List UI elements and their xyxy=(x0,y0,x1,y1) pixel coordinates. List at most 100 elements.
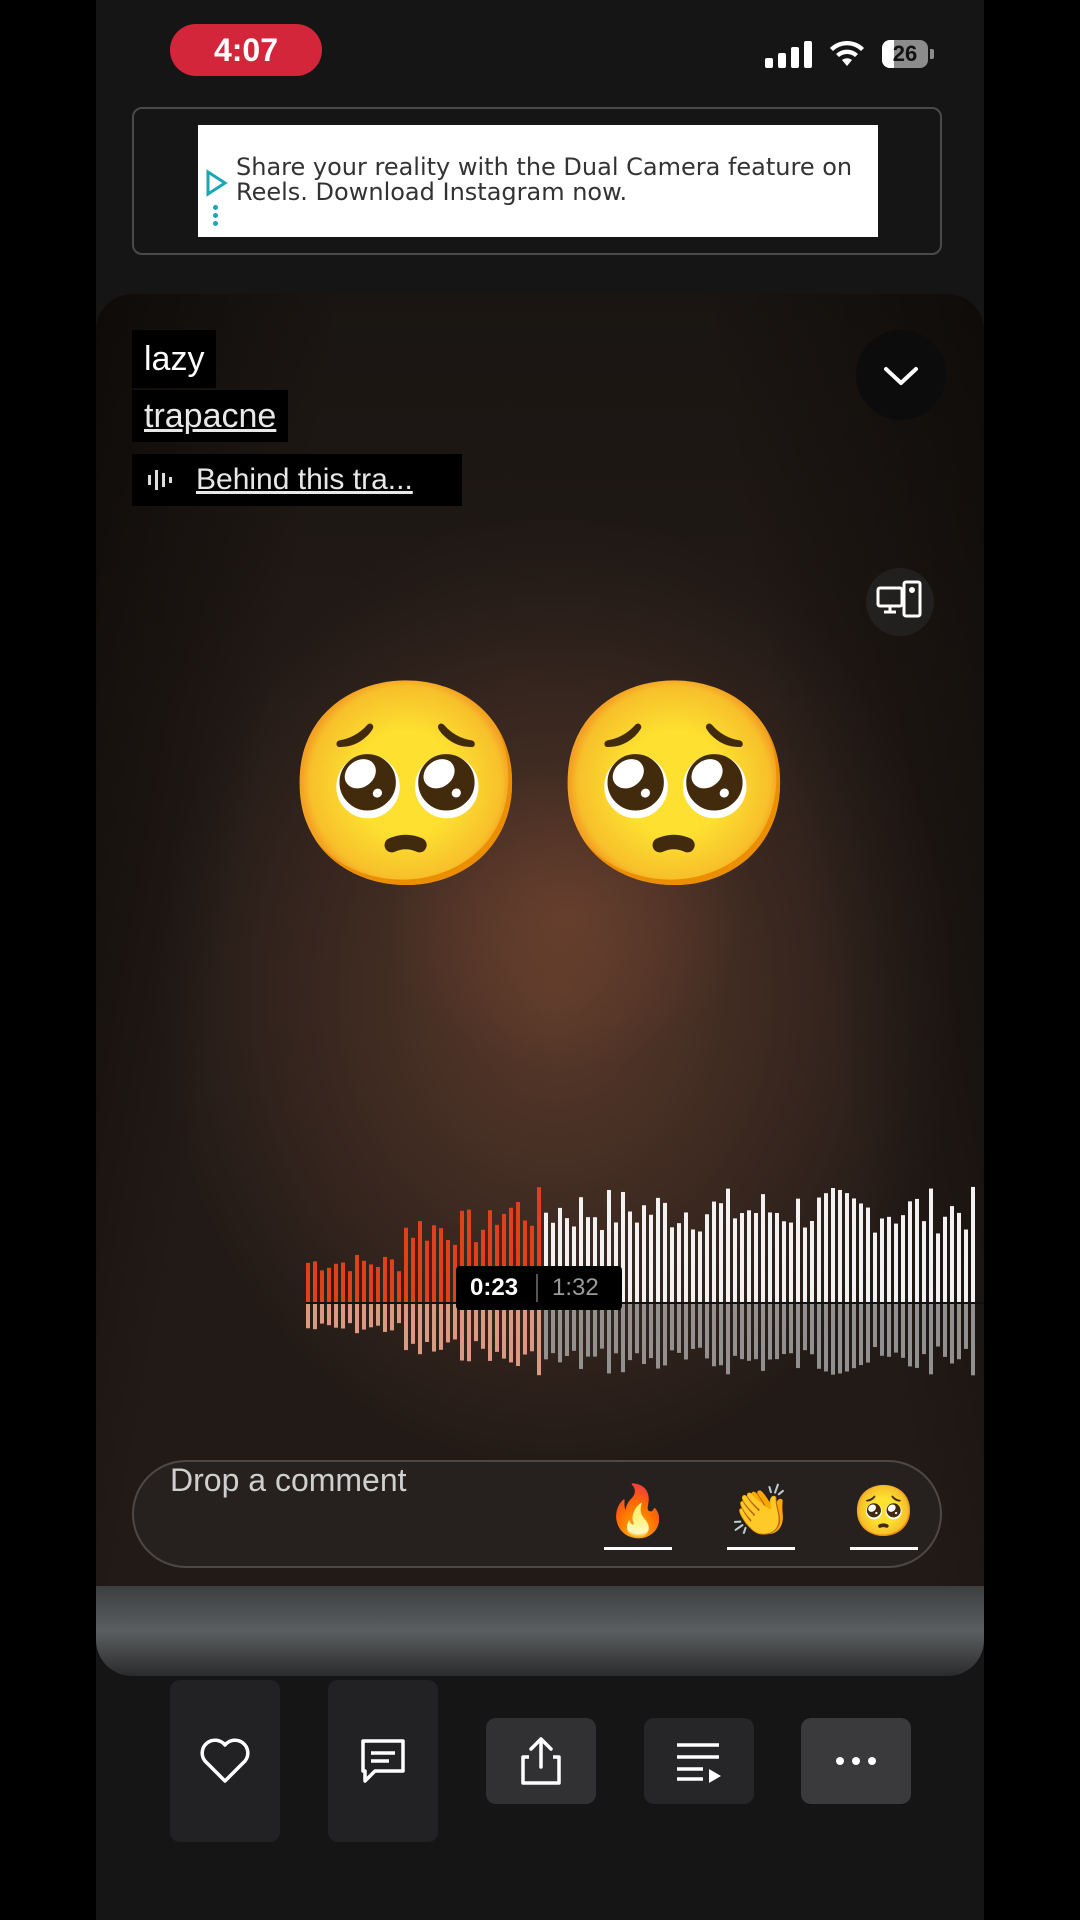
waveform-reflection-bar xyxy=(831,1304,835,1375)
waveform-bar xyxy=(971,1186,975,1302)
waveform-bar xyxy=(383,1256,387,1302)
waveform-bar xyxy=(803,1227,807,1302)
waveform-reflection-bar xyxy=(320,1304,324,1324)
ad-banner[interactable]: Share your reality with the Dual Camera … xyxy=(132,107,942,255)
waveform-reflection-bar xyxy=(544,1304,548,1360)
waveform-reflection-bar xyxy=(495,1304,499,1352)
waveform-reflection-bar xyxy=(397,1304,401,1324)
waveform-reflection-bar xyxy=(971,1304,975,1376)
waveform-bar xyxy=(418,1221,422,1302)
waveform-bar xyxy=(327,1267,331,1302)
waveform-reflection-bar xyxy=(334,1304,338,1328)
waveform-reflection-bar xyxy=(565,1304,569,1356)
waveform-reflection-bar xyxy=(740,1304,744,1360)
battery-level: 26 xyxy=(892,41,918,66)
waveform-bar xyxy=(845,1193,849,1302)
waveform-bar xyxy=(306,1262,310,1302)
waveform-reflection-bar xyxy=(446,1304,450,1343)
like-button[interactable] xyxy=(170,1680,280,1842)
waveform-bar xyxy=(320,1270,324,1302)
waveform-reflection-bar xyxy=(418,1304,422,1355)
waveform-bar xyxy=(824,1193,828,1302)
waveform-reflection-bar xyxy=(621,1304,625,1373)
waveform-bar xyxy=(719,1203,723,1302)
ad-card[interactable]: Share your reality with the Dual Camera … xyxy=(198,125,878,237)
waveform-bar xyxy=(642,1205,646,1302)
fire-reaction-button[interactable]: 🔥 xyxy=(604,1480,672,1550)
phone-screen: 4:07 26 Share your reality with the Dual… xyxy=(96,0,984,1920)
waveform-bar xyxy=(922,1221,926,1302)
comment-bar[interactable]: Drop a comment 🔥 👏 🥺 xyxy=(132,1460,942,1568)
waveform-reflection-bar xyxy=(488,1304,492,1361)
waveform-reflection-bar xyxy=(558,1304,562,1363)
waveform-bar xyxy=(733,1218,737,1302)
add-to-queue-button[interactable] xyxy=(644,1718,754,1804)
waveform-bar xyxy=(768,1212,772,1302)
waveform-bar xyxy=(698,1231,702,1302)
chevron-down-icon xyxy=(884,367,918,385)
waveform-bar xyxy=(782,1221,786,1302)
artwork-floor xyxy=(96,1586,984,1676)
waveform-bar xyxy=(439,1228,443,1302)
waveform-reflection-bar xyxy=(600,1304,604,1349)
waveform-bar xyxy=(950,1206,954,1302)
waveform-bar xyxy=(936,1233,940,1302)
waveform-reflection-bar xyxy=(628,1304,632,1361)
waveform-reflection-bar xyxy=(775,1304,779,1360)
behind-this-track-label: Behind this tra... xyxy=(196,463,413,496)
waveform-reflection-bar xyxy=(691,1304,695,1349)
waveform-bar xyxy=(831,1187,835,1302)
ad-menu-icon[interactable] xyxy=(213,205,219,229)
waveform-reflection-bar xyxy=(677,1304,681,1353)
waveform-reflection-bar xyxy=(761,1304,765,1371)
waveform-reflection-bar xyxy=(453,1304,457,1340)
waveform-bar xyxy=(425,1240,429,1302)
waveform-bar xyxy=(362,1260,366,1302)
track-player[interactable]: lazy trapacne Behind this tra... 🥺 🥺 0:2… xyxy=(96,294,984,1676)
waveform-bar xyxy=(894,1223,898,1302)
collapse-button[interactable] xyxy=(856,330,946,420)
waveform-bar xyxy=(880,1218,884,1302)
waveform-reflection-bar xyxy=(936,1304,940,1347)
waveform-reflection-bar xyxy=(523,1304,527,1355)
more-options-button[interactable] xyxy=(801,1718,911,1804)
cast-button[interactable] xyxy=(866,568,934,636)
waveform-reflection-bar xyxy=(432,1304,436,1352)
waveform-reflection-bar xyxy=(369,1304,373,1328)
action-bar xyxy=(96,1680,984,1842)
waveform-reflection-bar xyxy=(705,1304,709,1359)
ad-text[interactable]: Share your reality with the Dual Camera … xyxy=(236,155,858,205)
pleading-reaction-button[interactable]: 🥺 xyxy=(850,1480,918,1550)
waveform-bar xyxy=(838,1189,842,1302)
waveform-reflection-bar xyxy=(341,1304,345,1329)
artist-link[interactable]: trapacne xyxy=(132,390,289,442)
waveform-reflection-bar xyxy=(663,1304,667,1366)
waveform-scrubber[interactable] xyxy=(306,1154,984,1394)
waveform-bar xyxy=(313,1261,317,1302)
waveform-bar xyxy=(369,1264,373,1302)
waveform-reflection-bar xyxy=(404,1304,408,1351)
waveform-reflection-bar xyxy=(782,1304,786,1355)
waveform-reflection-bar xyxy=(411,1304,415,1344)
comment-input[interactable]: Drop a comment xyxy=(170,1462,407,1499)
waveform-bar xyxy=(376,1266,380,1302)
waveform-bar xyxy=(712,1201,716,1302)
comments-button[interactable] xyxy=(328,1680,438,1842)
behind-this-track-link[interactable]: Behind this tra... xyxy=(132,454,462,506)
waveform-reflection-bar xyxy=(439,1304,443,1350)
waveform-reflection-bar xyxy=(803,1304,807,1351)
waveform-reflection-bar xyxy=(915,1304,919,1368)
waveform-reflection-bar xyxy=(362,1304,366,1330)
cast-devices-icon xyxy=(876,580,922,618)
comment-icon xyxy=(361,1739,405,1783)
ad-choices-icon[interactable] xyxy=(204,169,228,197)
share-button[interactable] xyxy=(486,1718,596,1804)
waveform-bar xyxy=(873,1232,877,1302)
clap-reaction-button[interactable]: 👏 xyxy=(727,1480,795,1550)
waveform-reflection-bar xyxy=(901,1304,905,1358)
pleading-face-emoji: 🥺 xyxy=(550,673,800,896)
waveform-reflection-bar xyxy=(516,1304,520,1366)
waveform-bar xyxy=(943,1216,947,1302)
waveform-reflection-bar xyxy=(824,1304,828,1372)
waveform-bar xyxy=(663,1202,667,1302)
